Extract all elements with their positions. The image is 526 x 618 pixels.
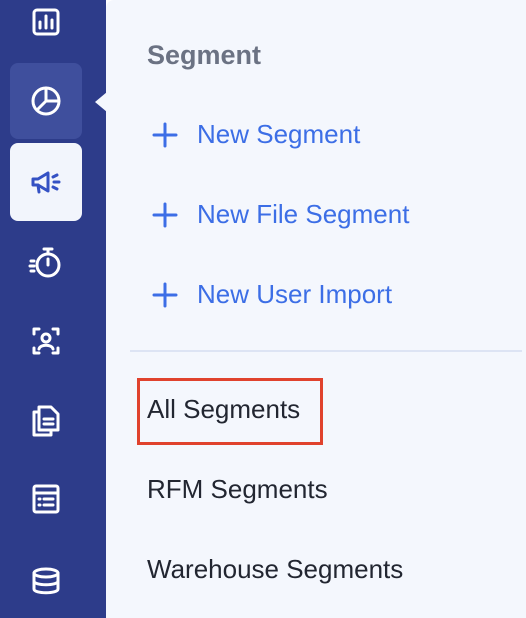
sidebar-item-timer[interactable] (10, 225, 82, 301)
new-user-import-label: New User Import (197, 279, 393, 309)
new-segment-label: New Segment (197, 119, 361, 149)
sidebar-item-users[interactable] (10, 303, 82, 379)
new-segment-button[interactable]: New Segment (151, 119, 360, 150)
database-icon (32, 567, 60, 595)
sidebar-item-catalog[interactable] (10, 461, 82, 537)
table-list-icon (32, 484, 60, 514)
pie-chart-icon (31, 86, 61, 116)
segment-menu-panel: Segment New Segment New File Segment New… (106, 0, 526, 618)
plus-icon (152, 282, 178, 307)
new-file-segment-label: New File Segment (197, 199, 410, 229)
sidebar-item-campaigns[interactable] (10, 143, 82, 221)
stopwatch-icon (28, 247, 61, 278)
highlight-box (137, 378, 323, 445)
sidebar-item-data[interactable] (10, 543, 82, 618)
new-user-import-button[interactable]: New User Import (151, 279, 392, 310)
sidebar-item-analytics[interactable] (10, 63, 82, 139)
documents-icon (32, 405, 60, 437)
plus-icon (152, 122, 178, 147)
divider (130, 350, 522, 352)
sidebar (0, 0, 106, 618)
sidebar-item-reports[interactable] (10, 0, 82, 60)
sidebar-item-documents[interactable] (10, 383, 82, 459)
warehouse-segments-link[interactable]: Warehouse Segments (147, 554, 403, 585)
megaphone-icon (31, 171, 61, 194)
panel-title: Segment (147, 40, 262, 70)
user-frame-icon (32, 327, 60, 355)
bar-chart-icon (32, 8, 60, 36)
plus-icon (152, 202, 178, 227)
rfm-segments-link[interactable]: RFM Segments (147, 474, 328, 505)
new-file-segment-button[interactable]: New File Segment (151, 199, 409, 230)
